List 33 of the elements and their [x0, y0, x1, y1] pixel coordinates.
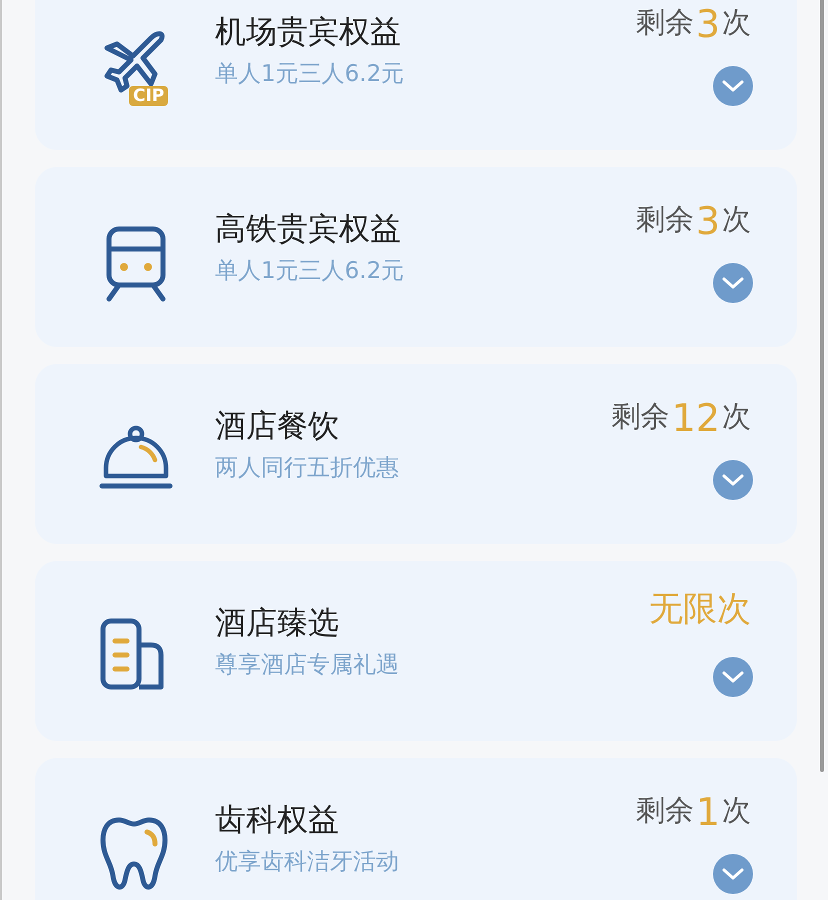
scrollbar[interactable]	[820, 0, 824, 772]
expand-button[interactable]	[713, 263, 753, 303]
benefit-title: 机场贵宾权益	[215, 13, 402, 52]
benefit-card[interactable]: 酒店臻选 尊享酒店专属礼遇 无限次	[35, 561, 797, 741]
remaining-count: 剩余 12 次	[612, 395, 751, 438]
benefit-card[interactable]: 齿科权益 优享齿科洁牙活动 剩余 1 次	[35, 758, 797, 900]
benefit-subtitle: 单人1元三人6.2元	[215, 257, 406, 286]
benefit-title: 高铁贵宾权益	[215, 210, 402, 249]
badge: CIP	[129, 86, 168, 106]
chevron-down-icon	[722, 474, 744, 486]
chevron-down-icon	[722, 277, 744, 289]
benefit-card[interactable]: CIP 机场贵宾权益 单人1元三人6.2元 剩余 3 次	[35, 0, 797, 150]
benefit-subtitle: 两人同行五折优惠	[215, 454, 400, 483]
benefit-title: 齿科权益	[215, 801, 340, 840]
benefit-subtitle: 单人1元三人6.2元	[215, 60, 406, 89]
remaining-count: 剩余 3 次	[636, 1, 751, 44]
benefit-subtitle: 尊享酒店专属礼遇	[215, 651, 400, 680]
remaining-count: 无限次	[649, 591, 751, 631]
building-icon	[99, 617, 165, 691]
remaining-count: 剩余 3 次	[636, 198, 751, 241]
benefit-title: 酒店餐饮	[215, 407, 340, 446]
expand-button[interactable]	[713, 657, 753, 697]
remaining-count: 剩余 1 次	[636, 789, 751, 832]
expand-button[interactable]	[713, 460, 753, 500]
chevron-down-icon	[722, 80, 744, 92]
expand-button[interactable]	[713, 66, 753, 106]
chevron-down-icon	[722, 671, 744, 683]
benefit-card[interactable]: 高铁贵宾权益 单人1元三人6.2元 剩余 3 次	[35, 167, 797, 347]
chevron-down-icon	[722, 868, 744, 880]
benefit-title: 酒店臻选	[215, 604, 340, 643]
benefit-card[interactable]: 酒店餐饮 两人同行五折优惠 剩余 12 次	[35, 364, 797, 544]
expand-button[interactable]	[713, 854, 753, 894]
benefit-subtitle: 优享齿科洁牙活动	[215, 848, 400, 877]
